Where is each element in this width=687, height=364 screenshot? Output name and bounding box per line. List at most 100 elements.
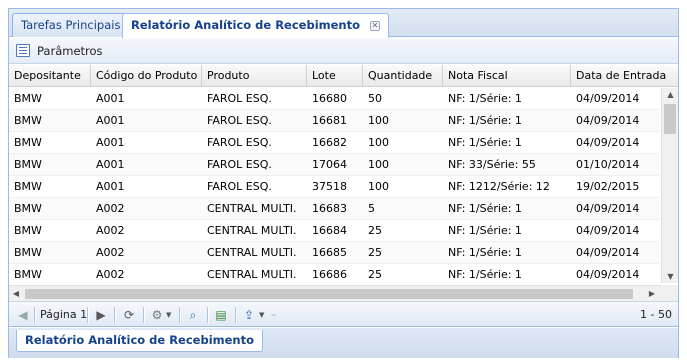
cell-quantidade: 100 [368,136,389,149]
cell-lote: 16684 [312,224,347,237]
cell-data-entrada: 19/02/2015 [576,180,640,193]
column-header-lote[interactable]: Lote [307,65,363,87]
cell-lote: 17064 [312,158,347,171]
cell-data-entrada: 04/09/2014 [576,136,640,149]
parameters-bar[interactable]: Parâmetros [9,38,678,64]
bottom-tab-relatorio[interactable]: Relatório Analítico de Recebimento [16,330,264,352]
column-header-data-entrada[interactable]: Data de Entrada [571,65,678,87]
gear-icon[interactable]: ⚙ [149,307,165,323]
cell-quantidade: 50 [368,92,382,105]
cell-depositante: BMW [14,268,42,281]
toolbar-separator [143,307,144,323]
list-icon [16,44,30,57]
previous-page-icon[interactable]: ◀ [15,307,31,323]
scroll-right-icon[interactable]: ▶ [645,286,659,302]
bottom-tab-bar: Relatório Analítico de Recebimento [9,328,678,358]
table-row[interactable]: BMW A001 FAROL ESQ. 16682 100 NF: 1/Série: 1 0… [9,132,659,154]
cell-data-entrada: 04/09/2014 [576,224,640,237]
cell-depositante: BMW [14,158,42,171]
cell-produto: CENTRAL MULTI. [207,246,297,259]
table-row[interactable]: BMW A002 CENTRAL MULTI. 16685 25 NF: 1/Série:… [9,242,659,264]
cell-data-entrada: 01/10/2014 [576,158,640,171]
table-row[interactable]: BMW A002 CENTRAL MULTI. 16684 25 NF: 1/Série:… [9,220,659,242]
cell-quantidade: 25 [368,268,382,281]
page-label: Página 1 [40,308,88,321]
column-header-quantidade[interactable]: Quantidade [363,65,443,87]
table-row[interactable]: BMW A002 CENTRAL MULTI. 16686 25 NF: 1/Série:… [9,264,659,283]
table-row[interactable]: BMW A001 FAROL ESQ. 16680 50 NF: 1/Série: 1 04… [9,88,659,110]
refresh-icon[interactable]: ⟳ [121,307,137,323]
table-row[interactable]: BMW A002 CENTRAL MULTI. 16683 5 NF: 1/Série: … [9,198,659,220]
grid-rows: BMW A001 FAROL ESQ. 16680 50 NF: 1/Série: 1 04… [9,88,659,283]
cell-codigo-produto: A001 [96,136,125,149]
search-icon[interactable]: ⌕ [185,307,201,323]
horizontal-scrollbar[interactable]: ◀ ▶ [9,285,661,301]
grid-header: Depositante Código do Produto Produto Lo… [9,65,678,87]
cell-quantidade: 100 [368,158,389,171]
cell-data-entrada: 04/09/2014 [576,268,640,281]
cell-quantidade: 25 [368,224,382,237]
cell-produto: CENTRAL MULTI. [207,268,297,281]
column-header-nota-fiscal[interactable]: Nota Fiscal [443,65,571,87]
cell-lote: 16686 [312,268,347,281]
scroll-down-icon[interactable]: ▼ [662,270,678,283]
tab-strip: Tarefas Principais Relatório Analítico d… [9,9,678,38]
column-header-codigo-produto[interactable]: Código do Produto [91,65,202,87]
scroll-up-icon[interactable]: ▲ [662,88,678,102]
export-icon[interactable]: ⇪ [241,307,257,323]
vertical-scrollbar[interactable]: ▲ ▼ [661,88,678,283]
cell-codigo-produto: A002 [96,202,125,215]
column-header-produto[interactable]: Produto [202,65,307,87]
parameters-label: Parâmetros [37,44,103,58]
bottom-tab-label: Relatório Analítico de Recebimento [25,333,255,347]
page-range-label: 1 - 50 [640,308,672,321]
cell-nota-fiscal: NF: 33/Série: 55 [448,158,536,171]
tab-relatorio-analitico[interactable]: Relatório Analítico de Recebimento ✕ [122,13,390,38]
toolbar-separator [87,307,88,323]
cell-nota-fiscal: NF: 1/Série: 1 [448,136,522,149]
cell-depositante: BMW [14,136,42,149]
cell-produto: FAROL ESQ. [207,136,272,149]
cell-depositante: BMW [14,92,42,105]
cell-codigo-produto: A001 [96,114,125,127]
cell-quantidade: 100 [368,114,389,127]
next-page-icon[interactable]: ▶ [93,307,109,323]
table-row[interactable]: BMW A001 FAROL ESQ. 37518 100 NF: 1212/Série:… [9,176,659,198]
cell-codigo-produto: A002 [96,268,125,281]
app-window: Tarefas Principais Relatório Analítico d… [8,8,679,358]
scroll-thumb[interactable] [664,104,676,134]
tab-tarefas-principais[interactable]: Tarefas Principais [12,13,130,37]
cell-nota-fiscal: NF: 1/Série: 1 [448,202,522,215]
cell-codigo-produto: A001 [96,158,125,171]
cell-nota-fiscal: NF: 1/Série: 1 [448,114,522,127]
close-icon[interactable]: ✕ [370,21,381,31]
results-grid: Depositante Código do Produto Produto Lo… [9,65,678,283]
cell-quantidade: 100 [368,180,389,193]
toolbar-separator [114,307,115,323]
column-header-depositante[interactable]: Depositante [9,65,91,87]
scroll-left-icon[interactable]: ◀ [9,286,23,302]
cell-quantidade: 5 [368,202,375,215]
cell-nota-fiscal: NF: 1/Série: 1 [448,268,522,281]
chart-icon[interactable]: ▤ [213,307,229,323]
paging-toolbar: ◀ Página 1 ▶ ⟳ ⚙ ▼ ⌕ ▤ ⇪ ▼ – 1 - 50 [9,301,678,327]
table-row[interactable]: BMW A001 FAROL ESQ. 17064 100 NF: 33/Série: 5… [9,154,659,176]
cell-quantidade: 25 [368,246,382,259]
cell-lote: 37518 [312,180,347,193]
tab-label: Tarefas Principais [21,18,121,32]
chevron-down-icon[interactable]: ▼ [259,307,264,323]
scroll-corner [661,285,678,301]
scroll-thumb-horizontal[interactable] [25,289,633,299]
cell-lote: 16681 [312,114,347,127]
table-row[interactable]: BMW A001 FAROL ESQ. 16681 100 NF: 1/Série: 1 0… [9,110,659,132]
cell-depositante: BMW [14,202,42,215]
chevron-down-icon[interactable]: ▼ [166,307,171,323]
cell-depositante: BMW [14,224,42,237]
cell-codigo-produto: A002 [96,246,125,259]
cell-produto: FAROL ESQ. [207,92,272,105]
cell-codigo-produto: A001 [96,92,125,105]
cell-lote: 16685 [312,246,347,259]
cell-produto: FAROL ESQ. [207,158,272,171]
cell-lote: 16680 [312,92,347,105]
toolbar-separator [179,307,180,323]
